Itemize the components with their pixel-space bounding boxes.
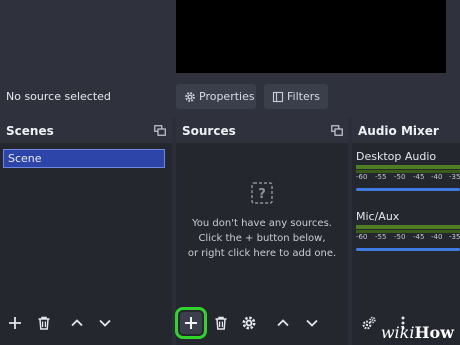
sources-toolbar — [175, 304, 348, 345]
source-properties-button[interactable] — [238, 312, 260, 334]
chevron-up-icon — [71, 319, 83, 327]
move-source-down-button[interactable] — [301, 312, 323, 334]
scenes-header: Scenes — [0, 118, 172, 143]
tick-label: -35 — [449, 173, 460, 181]
sources-title: Sources — [182, 124, 236, 138]
add-scene-button[interactable] — [4, 312, 26, 334]
sources-header: Sources — [176, 118, 348, 143]
chevron-down-icon — [99, 319, 111, 327]
move-source-up-button[interactable] — [272, 312, 294, 334]
meter-ticks: -60 -55 -50 -45 -40 -35 — [356, 173, 460, 183]
audio-mixer-dock: Audio Mixer Desktop Audio -60 -55 -50 -4… — [352, 118, 460, 345]
tick-label: -60 — [356, 173, 368, 181]
tick-label: -40 — [431, 233, 443, 241]
preview-canvas[interactable] — [176, 0, 460, 73]
trash-icon — [38, 316, 50, 330]
empty-message-line: or right click here to add one. — [187, 248, 337, 259]
meter-ticks: -60 -55 -50 -45 -40 -35 — [356, 233, 460, 243]
sources-dock[interactable]: Sources ? You don't have any sources. Cl… — [175, 118, 348, 345]
scene-list-item[interactable]: Scene — [3, 149, 165, 168]
plus-icon — [9, 317, 21, 329]
move-scene-up-button[interactable] — [66, 312, 88, 334]
tick-label: -40 — [431, 173, 443, 181]
undock-icon[interactable] — [331, 125, 343, 136]
sources-empty-state: ? You don't have any sources. Click the … — [176, 182, 348, 261]
undock-icon[interactable] — [154, 125, 166, 136]
empty-message-line: Click the + button below, — [198, 233, 326, 244]
no-source-label: No source selected — [6, 90, 111, 103]
gear-icon — [185, 91, 195, 102]
properties-label: Properties — [199, 90, 255, 103]
tick-label: -55 — [375, 173, 387, 181]
scenes-toolbar — [0, 304, 172, 345]
question-mark-icon: ? — [251, 182, 273, 204]
trash-icon — [215, 316, 227, 330]
filters-label: Filters — [287, 90, 320, 103]
gear-icon — [242, 316, 256, 330]
preview-right-area — [446, 0, 460, 73]
wikihow-watermark: wikiHow — [380, 323, 454, 342]
plus-icon — [185, 317, 197, 329]
chevron-up-icon — [277, 319, 289, 327]
channel-name-mic-aux: Mic/Aux — [356, 210, 400, 223]
volume-meter — [356, 225, 460, 229]
tick-label: -50 — [394, 173, 406, 181]
gears-icon — [362, 316, 376, 330]
volume-meter — [356, 165, 460, 169]
volume-fader-mic-aux[interactable] — [356, 248, 460, 251]
chevron-down-icon — [306, 319, 318, 327]
svg-text:?: ? — [258, 187, 266, 202]
scenes-title: Scenes — [6, 124, 54, 138]
filters-button[interactable]: Filters — [264, 84, 328, 109]
remove-source-button[interactable] — [210, 312, 232, 334]
empty-message-line: You don't have any sources. — [192, 218, 332, 229]
channel-name-desktop-audio: Desktop Audio — [356, 150, 437, 163]
tick-label: -45 — [413, 233, 425, 241]
move-scene-down-button[interactable] — [94, 312, 116, 334]
mixer-header: Audio Mixer — [352, 118, 460, 143]
advanced-audio-button[interactable] — [358, 312, 380, 334]
scenes-dock: Scenes Scene — [0, 118, 172, 345]
filters-icon — [272, 91, 284, 102]
tick-label: -35 — [449, 233, 460, 241]
properties-button[interactable]: Properties — [176, 84, 256, 109]
tick-label: -45 — [413, 173, 425, 181]
tick-label: -55 — [375, 233, 387, 241]
preview-left-area — [0, 0, 176, 73]
tick-label: -60 — [356, 233, 368, 241]
mixer-title: Audio Mixer — [358, 124, 439, 138]
remove-scene-button[interactable] — [33, 312, 55, 334]
tick-label: -50 — [394, 233, 406, 241]
add-source-button[interactable] — [175, 307, 207, 339]
volume-fader-desktop-audio[interactable] — [356, 188, 460, 191]
